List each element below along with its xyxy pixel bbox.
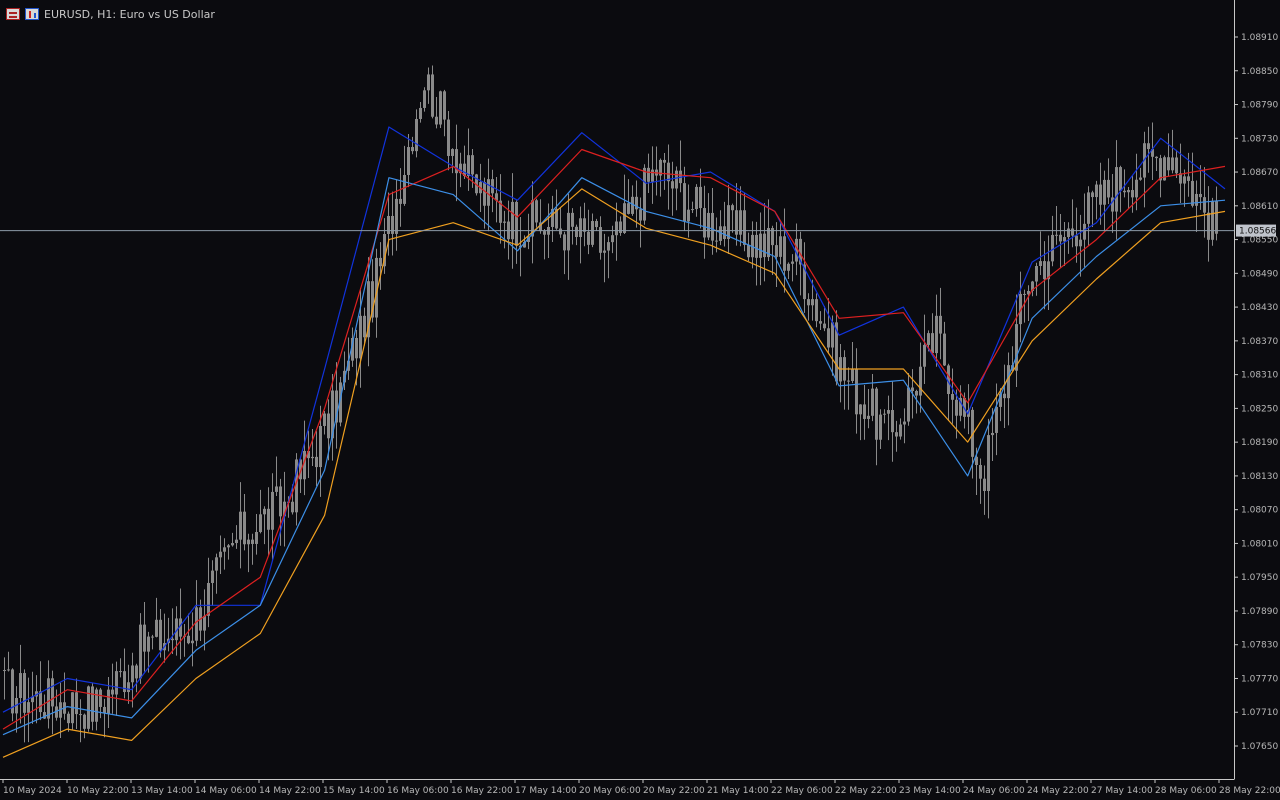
time-tick-label: 20 May 22:00 bbox=[643, 786, 705, 796]
time-tick-label: 16 May 22:00 bbox=[451, 786, 513, 796]
chart-header: EURUSD, H1: Euro vs US Dollar bbox=[6, 6, 215, 22]
price-tick-label: 1.08850 bbox=[1241, 67, 1278, 77]
price-tick-label: 1.08670 bbox=[1241, 168, 1278, 178]
price-tick-label: 1.08490 bbox=[1241, 269, 1278, 279]
price-tick-label: 1.08430 bbox=[1241, 303, 1278, 313]
time-tick-label: 27 May 14:00 bbox=[1091, 786, 1153, 796]
time-tick-label: 24 May 22:00 bbox=[1027, 786, 1089, 796]
price-tick-label: 1.07650 bbox=[1241, 742, 1278, 752]
chart-list-icon[interactable] bbox=[6, 8, 20, 20]
candle bbox=[11, 668, 14, 722]
candle bbox=[87, 685, 90, 732]
time-tick-label: 22 May 22:00 bbox=[835, 786, 897, 796]
time-tick-label: 28 May 06:00 bbox=[1155, 786, 1217, 796]
time-tick-label: 17 May 14:00 bbox=[515, 786, 577, 796]
candle bbox=[423, 87, 426, 112]
time-tick-label: 10 May 2024 bbox=[3, 786, 62, 796]
candle bbox=[643, 164, 646, 225]
time-tick-label: 14 May 06:00 bbox=[195, 786, 257, 796]
time-tick-label: 13 May 14:00 bbox=[131, 786, 193, 796]
chart-title: EURUSD, H1: Euro vs US Dollar bbox=[44, 7, 215, 21]
price-tick-label: 1.08130 bbox=[1241, 472, 1278, 482]
price-tick-label: 1.08010 bbox=[1241, 539, 1278, 549]
candle bbox=[1211, 197, 1214, 246]
time-tick-label: 28 May 22:00 bbox=[1219, 786, 1280, 796]
current-price-label: 1.08566 bbox=[1239, 227, 1276, 237]
price-tick-label: 1.08190 bbox=[1241, 438, 1278, 448]
current-price-tag: 1.08566 bbox=[1236, 224, 1276, 237]
price-tick-label: 1.08550 bbox=[1241, 236, 1278, 246]
price-tick-label: 1.07830 bbox=[1241, 641, 1278, 651]
price-tick-label: 1.07770 bbox=[1241, 674, 1278, 684]
price-tick-label: 1.08610 bbox=[1241, 202, 1278, 212]
time-tick-label: 22 May 06:00 bbox=[771, 786, 833, 796]
time-tick-label: 10 May 22:00 bbox=[67, 786, 129, 796]
time-tick-label: 15 May 14:00 bbox=[323, 786, 385, 796]
chart-window[interactable]: 1.08910 1.08850 1.08790 1.08730 1.08670 1.086… bbox=[0, 0, 1280, 800]
time-tick-label: 21 May 14:00 bbox=[707, 786, 769, 796]
price-tick-label: 1.08250 bbox=[1241, 404, 1278, 414]
time-tick-label: 24 May 06:00 bbox=[963, 786, 1025, 796]
candle bbox=[439, 90, 442, 128]
chart-background bbox=[0, 0, 1280, 800]
price-tick-label: 1.07950 bbox=[1241, 573, 1278, 583]
price-tick-label: 1.08310 bbox=[1241, 371, 1278, 381]
price-tick-label: 1.08370 bbox=[1241, 337, 1278, 347]
price-tick-label: 1.08910 bbox=[1241, 33, 1278, 43]
time-tick-label: 16 May 06:00 bbox=[387, 786, 449, 796]
price-tick-label: 1.08070 bbox=[1241, 506, 1278, 516]
price-tick-label: 1.07890 bbox=[1241, 607, 1278, 617]
price-tick-label: 1.08730 bbox=[1241, 134, 1278, 144]
one-click-trading-icon[interactable] bbox=[25, 8, 39, 20]
time-tick-label: 14 May 22:00 bbox=[259, 786, 321, 796]
time-tick-label: 23 May 14:00 bbox=[899, 786, 961, 796]
time-tick-label: 20 May 06:00 bbox=[579, 786, 641, 796]
price-tick-label: 1.07710 bbox=[1241, 708, 1278, 718]
price-chart[interactable]: 1.08910 1.08850 1.08790 1.08730 1.08670 1.086… bbox=[0, 0, 1280, 800]
price-tick-label: 1.08790 bbox=[1241, 101, 1278, 111]
